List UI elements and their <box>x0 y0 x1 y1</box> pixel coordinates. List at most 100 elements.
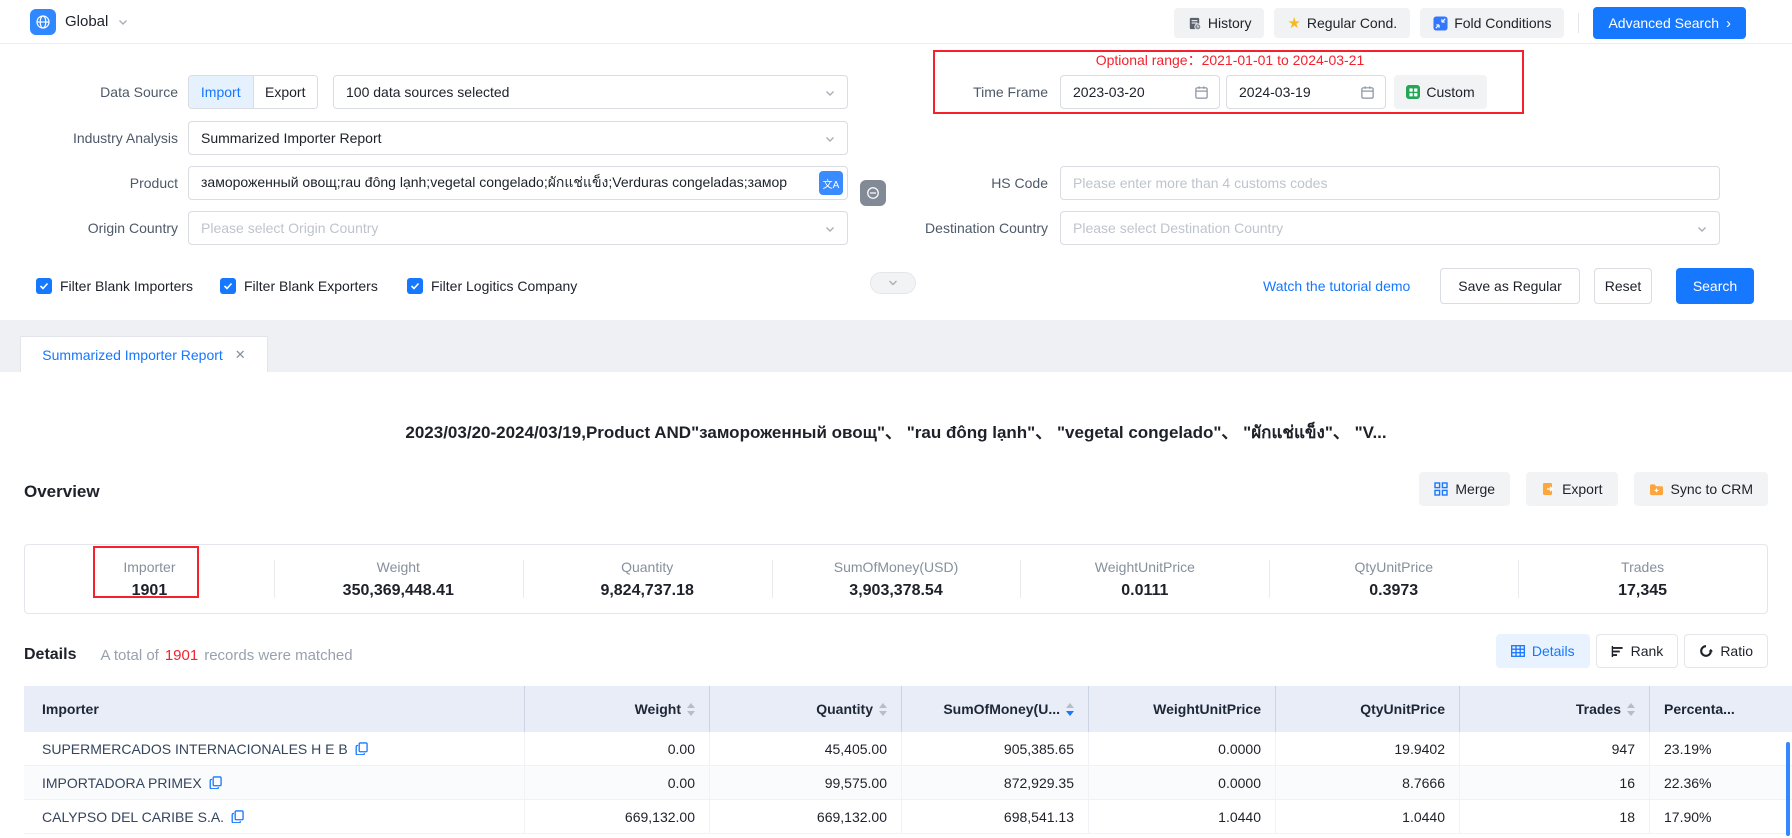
col-quantity[interactable]: Quantity <box>710 686 902 732</box>
time-frame-label: Time Frame <box>870 75 1048 109</box>
checkbox-checked-icon <box>407 278 423 294</box>
company-card-icon[interactable] <box>209 776 222 789</box>
chevron-down-icon <box>824 133 836 145</box>
translate-icon[interactable]: 文A <box>819 171 843 195</box>
company-card-icon[interactable] <box>355 742 368 755</box>
checkbox-label: Filter Blank Importers <box>60 278 193 294</box>
filter-blank-importers-checkbox[interactable]: Filter Blank Importers <box>36 268 193 304</box>
importer-cell[interactable]: CALYPSO DEL CARIBE S.A. <box>24 800 525 833</box>
tab-title: Summarized Importer Report <box>42 347 223 363</box>
origin-country-select[interactable]: Please select Origin Country <box>188 211 848 245</box>
divider <box>1578 13 1579 33</box>
export-button[interactable]: Export <box>1526 472 1617 506</box>
date-start-input[interactable]: 2023-03-20 <box>1060 75 1220 109</box>
fold-conditions-button[interactable]: Fold Conditions <box>1420 8 1564 38</box>
history-button[interactable]: History <box>1174 8 1265 38</box>
importer-cell[interactable]: IMPORTADORA PRIMEX <box>24 766 525 799</box>
hs-code-label: HS Code <box>870 166 1048 200</box>
export-icon <box>1541 482 1555 496</box>
search-form: Data Source Import Export 100 data sourc… <box>0 44 1792 320</box>
export-label: Export <box>1562 481 1602 497</box>
close-icon[interactable]: ✕ <box>235 347 246 363</box>
export-tab[interactable]: Export <box>253 76 318 108</box>
table-scrollbar[interactable] <box>1786 742 1790 836</box>
stat-weight-unit-price: WeightUnitPrice 0.0111 <box>1020 545 1269 613</box>
stat-qty-unit-price: QtyUnitPrice 0.3973 <box>1269 545 1518 613</box>
stat-importer: Importer 1901 <box>25 545 274 613</box>
merge-button[interactable]: Merge <box>1419 472 1510 506</box>
custom-range-button[interactable]: Custom <box>1394 75 1487 109</box>
weight-cell: 669,132.00 <box>525 800 710 833</box>
table-row: IMPORTADORA PRIMEX 0.00 99,575.00 872,92… <box>24 766 1792 800</box>
import-tab[interactable]: Import <box>189 76 253 108</box>
stat-value: 350,369,448.41 <box>343 582 454 600</box>
trades-cell: 947 <box>1460 732 1650 765</box>
checkbox-checked-icon <box>220 278 236 294</box>
filter-logitics-company-checkbox[interactable]: Filter Logitics Company <box>407 268 577 304</box>
optional-range-text: Optional range：2021-01-01 to 2024-03-21 <box>1040 50 1420 70</box>
match-text: A total of1901records were matched <box>100 647 352 664</box>
table-header: Importer Weight Quantity SumOfMoney(U...… <box>24 686 1792 732</box>
advanced-search-button[interactable]: Advanced Search › <box>1593 7 1746 39</box>
qty-unit-price-cell: 19.9402 <box>1276 732 1460 765</box>
globe-icon <box>30 9 56 35</box>
table-icon <box>1511 645 1525 657</box>
star-icon: ★ <box>1287 16 1300 31</box>
collapse-conditions-button[interactable] <box>870 272 916 294</box>
stat-sum-of-money: SumOfMoney(USD) 3,903,378.54 <box>772 545 1021 613</box>
date-end-value: 2024-03-19 <box>1239 84 1311 100</box>
advanced-search-label: Advanced Search <box>1608 15 1719 31</box>
weight-unit-price-cell: 1.0440 <box>1089 800 1276 833</box>
data-source-segment: Import Export <box>188 75 318 109</box>
tutorial-link[interactable]: Watch the tutorial demo <box>1263 268 1410 304</box>
col-trades[interactable]: Trades <box>1460 686 1650 732</box>
importer-cell[interactable]: SUPERMERCADOS INTERNACIONALES H E B <box>24 732 525 765</box>
search-button[interactable]: Search <box>1676 268 1754 304</box>
stat-value: 1901 <box>132 582 168 600</box>
details-table: Importer Weight Quantity SumOfMoney(U...… <box>24 686 1792 834</box>
filter-blank-exporters-checkbox[interactable]: Filter Blank Exporters <box>220 268 378 304</box>
region-switcher[interactable]: Global <box>30 9 129 35</box>
hs-code-input[interactable] <box>1060 166 1720 200</box>
col-sum-of-money[interactable]: SumOfMoney(U... <box>902 686 1089 732</box>
view-rank-button[interactable]: Rank <box>1596 634 1679 668</box>
destination-country-placeholder: Please select Destination Country <box>1073 220 1283 236</box>
view-ratio-button[interactable]: Ratio <box>1684 634 1768 668</box>
stat-value: 3,903,378.54 <box>849 582 942 600</box>
weight-cell: 0.00 <box>525 766 710 799</box>
stat-weight: Weight 350,369,448.41 <box>274 545 523 613</box>
view-details-button[interactable]: Details <box>1496 634 1590 668</box>
sort-icon-active-desc[interactable] <box>1066 703 1074 716</box>
industry-analysis-select[interactable]: Summarized Importer Report <box>188 121 848 155</box>
importer-name[interactable]: SUPERMERCADOS INTERNACIONALES H E B <box>42 741 348 757</box>
overview-stats: Importer 1901 Weight 350,369,448.41 Quan… <box>24 544 1768 614</box>
calendar-icon <box>1360 85 1375 100</box>
industry-analysis-label: Industry Analysis <box>0 121 178 155</box>
stat-quantity: Quantity 9,824,737.18 <box>523 545 772 613</box>
product-input[interactable] <box>188 166 848 200</box>
sort-icon[interactable] <box>1627 703 1635 716</box>
tab-summarized-importer-report[interactable]: Summarized Importer Report ✕ <box>20 336 268 373</box>
importer-name[interactable]: CALYPSO DEL CARIBE S.A. <box>42 809 224 825</box>
view-ratio-label: Ratio <box>1720 643 1753 659</box>
date-end-input[interactable]: 2024-03-19 <box>1226 75 1386 109</box>
chevron-down-icon <box>117 16 129 28</box>
company-card-icon[interactable] <box>231 810 244 823</box>
regular-cond-button[interactable]: ★ Regular Cond. <box>1274 8 1410 38</box>
qty-unit-price-cell: 8.7666 <box>1276 766 1460 799</box>
stat-label: WeightUnitPrice <box>1095 559 1195 575</box>
ratio-icon <box>1699 644 1713 658</box>
save-as-regular-button[interactable]: Save as Regular <box>1440 268 1580 304</box>
weight-unit-price-cell: 0.0000 <box>1089 766 1276 799</box>
stat-label: QtyUnitPrice <box>1354 559 1433 575</box>
reset-button[interactable]: Reset <box>1594 268 1652 304</box>
col-weight[interactable]: Weight <box>525 686 710 732</box>
importer-name[interactable]: IMPORTADORA PRIMEX <box>42 775 202 791</box>
quantity-cell: 669,132.00 <box>710 800 902 833</box>
destination-country-select[interactable]: Please select Destination Country <box>1060 211 1720 245</box>
custom-label: Custom <box>1426 84 1474 100</box>
data-sources-select[interactable]: 100 data sources selected <box>333 75 848 109</box>
sort-icon[interactable] <box>687 703 695 716</box>
sync-to-crm-button[interactable]: Sync to CRM <box>1634 472 1768 506</box>
sort-icon[interactable] <box>879 703 887 716</box>
